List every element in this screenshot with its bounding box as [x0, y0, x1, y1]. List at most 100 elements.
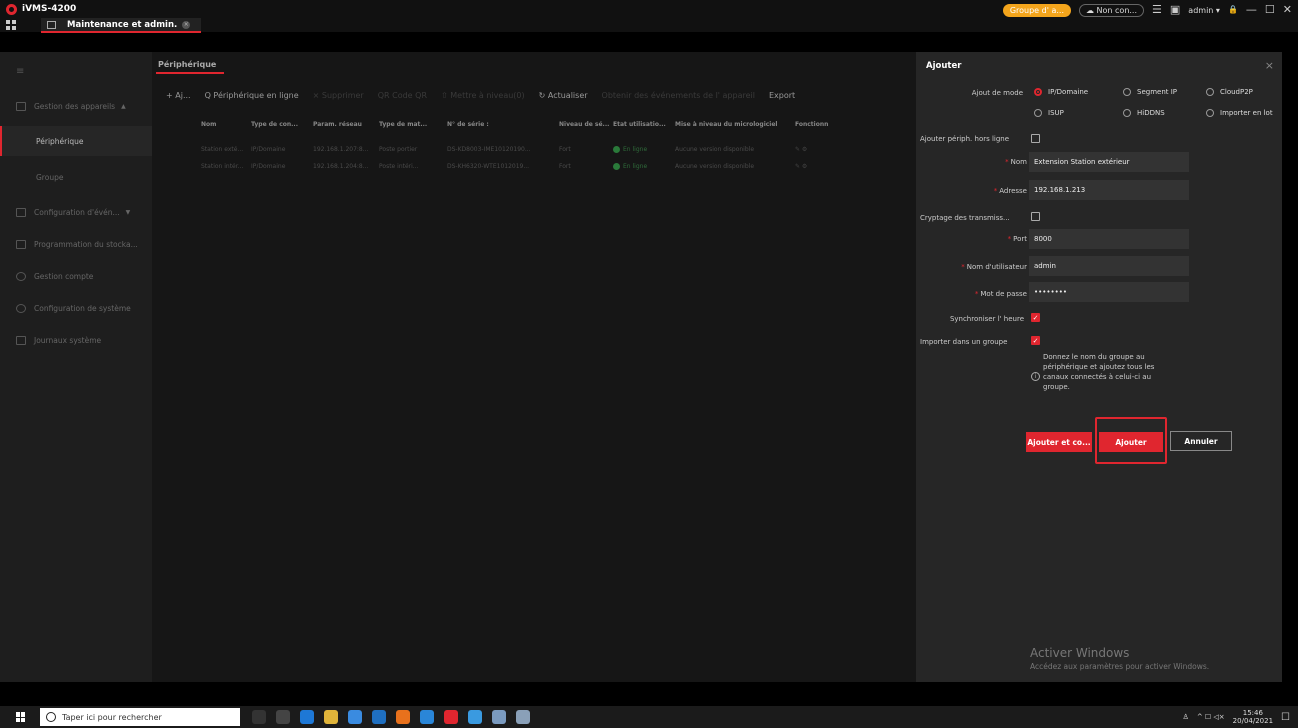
mail-icon[interactable] [372, 710, 386, 724]
qr-code-button[interactable]: QR Code QR [378, 91, 427, 100]
page-title: Périphérique [158, 60, 217, 69]
add-button[interactable]: + Aj... [166, 91, 191, 100]
sidebar-item-logs[interactable]: Journaux système [0, 324, 152, 356]
user-menu[interactable]: admin ▾ [1188, 6, 1220, 15]
store-icon[interactable] [348, 710, 362, 724]
mode-label: Ajout de mode [971, 89, 1023, 97]
radio-label: ISUP [1048, 109, 1064, 117]
menu-icon[interactable]: ≡ [16, 66, 26, 77]
mic-icon[interactable] [252, 710, 266, 724]
task-view-icon[interactable] [276, 710, 290, 724]
group-badge[interactable]: Groupe d' a... [1002, 3, 1071, 17]
cell: Poste intéri... [379, 162, 419, 170]
sidebar-sub-group[interactable]: Groupe [0, 162, 152, 192]
app-icon[interactable] [492, 710, 506, 724]
username-field[interactable] [1029, 256, 1189, 276]
radio-label: Segment IP [1137, 88, 1178, 96]
ivms-icon[interactable] [444, 710, 458, 724]
firefox-icon[interactable] [396, 710, 410, 724]
encrypt-checkbox[interactable] [1031, 212, 1040, 221]
radio-ip-domain[interactable]: IP/Domaine [1034, 88, 1088, 96]
sidebar-sub-peripheral[interactable]: Périphérique [0, 126, 152, 156]
table-row[interactable]: Station intér... IP/Domaine 192.168.1.20… [152, 158, 916, 174]
radio-segment-ip[interactable]: Segment IP [1123, 88, 1177, 96]
cell: Station exté... [201, 145, 244, 153]
row-checkbox[interactable] [152, 162, 174, 171]
delete-button[interactable]: × Supprimer [313, 91, 364, 100]
explorer-icon[interactable] [324, 710, 338, 724]
taskbar-search[interactable]: Taper ici pour rechercher [40, 708, 240, 726]
col-connection-type[interactable]: Type de con... [248, 121, 310, 128]
edit-icon[interactable]: ✎ ⚙ [792, 163, 852, 170]
modules-grid-icon[interactable] [6, 20, 16, 30]
list-icon[interactable]: ☰ [1152, 4, 1162, 16]
app-logo-icon [6, 4, 17, 15]
group-hint: Donnez le nom du groupe au périphérique … [1043, 353, 1155, 391]
radio-cloudp2p[interactable]: CloudP2P [1206, 88, 1253, 96]
lock-icon[interactable]: 🔒 [1228, 4, 1238, 16]
online-device-button[interactable]: Q Périphérique en ligne [205, 91, 299, 100]
port-field[interactable] [1029, 229, 1189, 249]
search-icon [46, 712, 56, 722]
cloud-status[interactable]: ☁ Non con... [1078, 3, 1145, 17]
col-network[interactable]: Param. réseau [310, 121, 376, 128]
table-row[interactable]: Station exté... IP/Domaine 192.168.1.207… [152, 141, 916, 157]
offline-checkbox[interactable] [1031, 134, 1040, 143]
tool-icon[interactable] [516, 710, 530, 724]
col-hardware-type[interactable]: Type de mat... [376, 121, 444, 128]
name-field[interactable] [1029, 152, 1189, 172]
cloud-status-label: Non con... [1096, 5, 1138, 15]
sidebar-item-label: Gestion des appareils [34, 101, 116, 111]
col-status[interactable]: Etat utilisatio... [610, 121, 672, 128]
upgrade-button[interactable]: ⇧ Mettre à niveau(0) [441, 91, 525, 100]
sync-time-checkbox[interactable]: ✓ [1031, 313, 1040, 322]
select-all-checkbox[interactable] [152, 120, 174, 129]
sidebar-item-devices[interactable]: Gestion des appareils ▲ [0, 90, 152, 122]
get-events-button[interactable]: Obtenir des événements de l' appareil [602, 91, 755, 100]
row-checkbox[interactable] [152, 145, 174, 154]
refresh-button[interactable]: ↻ Actualiser [539, 91, 588, 100]
tab-close-icon[interactable]: × [182, 21, 191, 29]
sidebar-item-account[interactable]: Gestion compte [0, 260, 152, 292]
password-field[interactable] [1029, 282, 1189, 302]
sync-time-label: Synchroniser l' heure [949, 315, 1024, 323]
sidebar-item-events[interactable]: Configuration d'évén... ▼ [0, 196, 152, 228]
address-field[interactable] [1029, 180, 1189, 200]
close-icon[interactable]: ✕ [1283, 4, 1292, 16]
radio-hiddns[interactable]: HiDDNS [1123, 109, 1165, 117]
import-group-checkbox[interactable]: ✓ [1031, 336, 1040, 345]
col-function[interactable]: Fonctionn [792, 121, 852, 128]
edge-icon[interactable] [300, 710, 314, 724]
col-serial[interactable]: N° de série : [444, 121, 556, 128]
image-icon[interactable]: ▣ [1170, 4, 1180, 16]
notification-icon[interactable]: ☐ [1281, 712, 1290, 723]
minimize-icon[interactable]: — [1246, 4, 1257, 16]
tray-icons[interactable]: ^ ☐ ◁× [1197, 713, 1225, 721]
event-icon [16, 207, 26, 217]
ie-icon[interactable] [420, 710, 434, 724]
col-firmware[interactable]: Mise à niveau du micrologiciel [672, 121, 792, 128]
radio-isup[interactable]: ISUP [1034, 109, 1064, 117]
clock[interactable]: 15:46 20/04/2021 [1233, 709, 1273, 725]
add-continue-button[interactable]: Ajouter et co... [1026, 432, 1092, 452]
people-icon[interactable]: ♙ [1183, 713, 1189, 721]
tab-maintenance[interactable]: Maintenance et admin. × [41, 18, 201, 32]
radio-label: IP/Domaine [1048, 88, 1089, 96]
cancel-button[interactable]: Annuler [1170, 431, 1232, 451]
chrome-icon[interactable] [468, 710, 482, 724]
username-label: * Nom d'utilisateur [961, 263, 1027, 271]
edit-icon[interactable]: ✎ ⚙ [792, 146, 852, 153]
sidebar-item-system-config[interactable]: Configuration de système [0, 292, 152, 324]
titlebar-controls: Groupe d' a... ☁ Non con... ☰ ▣ admin ▾ … [1002, 3, 1292, 17]
radio-batch-import[interactable]: Importer en lot [1206, 109, 1273, 117]
sidebar-item-storage[interactable]: Programmation du stocka... [0, 228, 152, 260]
restore-icon[interactable]: ☐ [1265, 4, 1275, 16]
windows-start-icon[interactable] [16, 712, 26, 722]
close-icon[interactable]: × [1265, 59, 1274, 72]
col-name[interactable]: Nom [198, 121, 248, 128]
export-button[interactable]: Export [769, 91, 795, 100]
col-security[interactable]: Niveau de sé... [556, 121, 610, 128]
address-label-text: Adresse [999, 187, 1027, 195]
maintenance-icon [47, 21, 56, 29]
clock-time: 15:46 [1242, 709, 1263, 717]
